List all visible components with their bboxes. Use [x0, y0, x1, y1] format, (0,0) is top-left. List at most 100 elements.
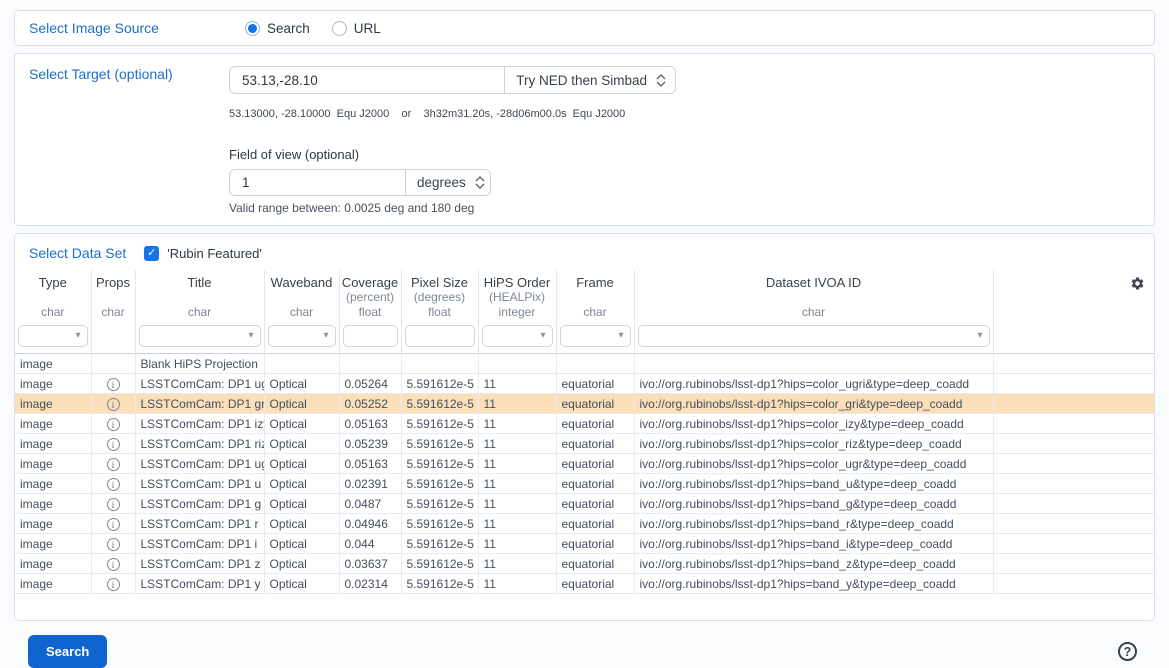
cell-title: LSSTComCam: DP1 u — [135, 474, 264, 494]
rubin-featured-label: 'Rubin Featured' — [167, 246, 262, 261]
table-row[interactable]: imageiLSSTComCam: DP1 zOptical0.036375.5… — [15, 554, 1154, 574]
column-header-ivoa_id: Dataset IVOA IDchar▾ — [634, 270, 993, 354]
info-icon[interactable]: i — [107, 378, 120, 391]
cell-title: LSSTComCam: DP1 g — [135, 494, 264, 514]
help-icon[interactable]: ? — [1118, 642, 1137, 661]
cell-pixel_size: 5.591612e-5 — [401, 534, 478, 554]
table-row[interactable]: imageiLSSTComCam: DP1 gOptical0.04875.59… — [15, 494, 1154, 514]
cell-coverage — [339, 354, 401, 374]
column-filter-pixel_size[interactable] — [405, 325, 475, 347]
cell-waveband: Optical — [264, 554, 339, 574]
column-filter-waveband[interactable]: ▾ — [268, 325, 336, 347]
table-row[interactable]: imageBlank HiPS Projection — [15, 354, 1154, 374]
table-row[interactable]: imageiLSSTComCam: DP1 iOptical0.0445.591… — [15, 534, 1154, 554]
cell-title: LSSTComCam: DP1 y — [135, 574, 264, 594]
column-header-hips_order: HiPS Order(HEALPix)integer▾ — [478, 270, 556, 354]
column-title: Type — [15, 275, 91, 290]
cell-type: image — [15, 534, 91, 554]
cell-coverage: 0.04946 — [339, 514, 401, 534]
column-datatype: char — [635, 305, 993, 322]
filter-dropdown-arrow-icon[interactable]: ▾ — [75, 331, 80, 341]
cell-type: image — [15, 514, 91, 534]
column-datatype: char — [557, 305, 634, 322]
info-icon[interactable]: i — [107, 458, 120, 471]
table-row[interactable]: imageiLSSTComCam: DP1 izyOptical0.051635… — [15, 414, 1154, 434]
table-row[interactable]: imageiLSSTComCam: DP1 griOptical0.052525… — [15, 394, 1154, 414]
cell-ivoa_id: ivo://org.rubinobs/lsst-dp1?hips=color_i… — [634, 414, 993, 434]
target-input[interactable] — [230, 67, 504, 93]
column-filter-type[interactable]: ▾ — [18, 325, 88, 347]
column-datatype: char — [265, 305, 339, 322]
info-icon[interactable]: i — [107, 418, 120, 431]
cell-waveband: Optical — [264, 394, 339, 414]
filter-dropdown-arrow-icon[interactable]: ▾ — [977, 331, 982, 341]
dataset-label: Select Data Set — [29, 245, 126, 261]
rubin-featured-checkbox[interactable]: ✓ 'Rubin Featured' — [144, 246, 262, 261]
cell-type: image — [15, 554, 91, 574]
cell-blank — [993, 554, 1154, 574]
column-datatype: char — [92, 305, 135, 322]
cell-waveband — [264, 354, 339, 374]
cell-frame: equatorial — [556, 554, 634, 574]
cell-pixel_size: 5.591612e-5 — [401, 474, 478, 494]
column-title: Coverage — [340, 275, 401, 290]
info-icon[interactable]: i — [107, 578, 120, 591]
table-options-gear-icon[interactable] — [1130, 276, 1145, 291]
info-icon[interactable]: i — [107, 538, 120, 551]
info-icon[interactable]: i — [107, 438, 120, 451]
cell-waveband: Optical — [264, 494, 339, 514]
cell-ivoa_id: ivo://org.rubinobs/lsst-dp1?hips=band_i&… — [634, 534, 993, 554]
column-header-coverage: Coverage(percent)float — [339, 270, 401, 354]
table-row[interactable]: imageiLSSTComCam: DP1 ugrOptical0.051635… — [15, 454, 1154, 474]
info-icon[interactable]: i — [107, 398, 120, 411]
column-datatype: float — [340, 305, 401, 322]
filter-dropdown-arrow-icon[interactable]: ▾ — [323, 331, 328, 341]
cell-pixel_size: 5.591612e-5 — [401, 514, 478, 534]
info-icon[interactable]: i — [107, 498, 120, 511]
column-filter-ivoa_id[interactable]: ▾ — [638, 325, 990, 347]
info-icon[interactable]: i — [107, 478, 120, 491]
table-row[interactable]: imageiLSSTComCam: DP1 rOptical0.049465.5… — [15, 514, 1154, 534]
fov-unit-select[interactable]: degrees — [405, 170, 491, 195]
cell-waveband: Optical — [264, 474, 339, 494]
radio-circle-icon[interactable] — [332, 21, 347, 36]
table-row[interactable]: imageiLSSTComCam: DP1 rizOptical0.052395… — [15, 434, 1154, 454]
radio-circle-icon[interactable] — [245, 21, 260, 36]
filter-dropdown-arrow-icon[interactable]: ▾ — [540, 331, 545, 341]
column-filter-hips_order[interactable]: ▾ — [482, 325, 553, 347]
resolver-select[interactable]: Try NED then Simbad — [504, 67, 675, 93]
cell-props — [91, 354, 135, 374]
info-icon[interactable]: i — [107, 558, 120, 571]
checkbox-check-icon[interactable]: ✓ — [144, 246, 159, 261]
column-datatype: char — [136, 305, 264, 322]
cell-hips_order: 11 — [478, 574, 556, 594]
table-row[interactable]: imageiLSSTComCam: DP1 yOptical0.023145.5… — [15, 574, 1154, 594]
fov-label: Field of view (optional) — [229, 147, 1140, 162]
cell-hips_order: 11 — [478, 374, 556, 394]
fov-valid-range-hint: Valid range between: 0.0025 deg and 180 … — [229, 201, 1140, 215]
column-filter-frame[interactable]: ▾ — [560, 325, 631, 347]
cell-coverage: 0.02391 — [339, 474, 401, 494]
radio-search[interactable]: Search — [245, 21, 310, 36]
filter-dropdown-arrow-icon[interactable]: ▾ — [618, 331, 623, 341]
table-row[interactable]: imageiLSSTComCam: DP1 uOptical0.023915.5… — [15, 474, 1154, 494]
cell-coverage: 0.05264 — [339, 374, 401, 394]
column-header-title: Titlechar▾ — [135, 270, 264, 354]
table-row[interactable]: imageiLSSTComCam: DP1 ugriOptical0.05264… — [15, 374, 1154, 394]
column-title: Frame — [557, 275, 634, 290]
cell-hips_order: 11 — [478, 414, 556, 434]
cell-props: i — [91, 454, 135, 474]
filter-dropdown-arrow-icon[interactable]: ▾ — [248, 331, 253, 341]
cell-props: i — [91, 494, 135, 514]
column-unit: (degrees) — [402, 290, 478, 304]
cell-coverage: 0.05163 — [339, 414, 401, 434]
cell-frame: equatorial — [556, 474, 634, 494]
cell-ivoa_id: ivo://org.rubinobs/lsst-dp1?hips=color_u… — [634, 454, 993, 474]
cell-ivoa_id: ivo://org.rubinobs/lsst-dp1?hips=band_z&… — [634, 554, 993, 574]
column-filter-title[interactable]: ▾ — [139, 325, 261, 347]
info-icon[interactable]: i — [107, 518, 120, 531]
fov-input[interactable] — [230, 170, 405, 195]
column-filter-coverage[interactable] — [343, 325, 398, 347]
search-button[interactable]: Search — [28, 635, 107, 668]
radio-url[interactable]: URL — [332, 21, 381, 36]
